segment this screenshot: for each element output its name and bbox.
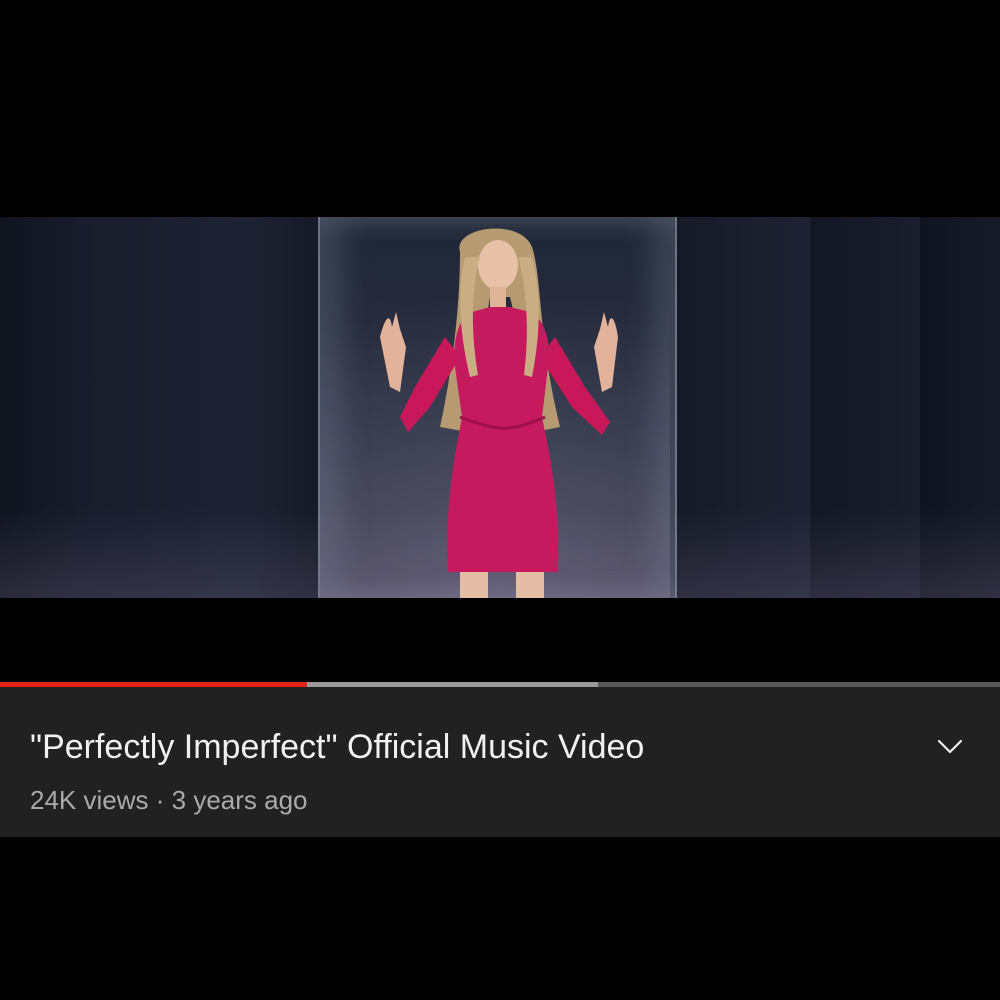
meta-separator: ·: [155, 785, 165, 815]
singer-figure: [380, 228, 618, 598]
view-count: 24K views: [30, 785, 149, 815]
upload-age: 3 years ago: [171, 785, 308, 815]
video-title[interactable]: "Perfectly Imperfect" Official Music Vid…: [30, 727, 890, 767]
expand-description-button[interactable]: [925, 727, 975, 767]
video-info-panel[interactable]: "Perfectly Imperfect" Official Music Vid…: [0, 687, 1000, 837]
chevron-down-icon: [937, 739, 963, 754]
video-player[interactable]: [0, 0, 1000, 687]
video-frame[interactable]: [0, 217, 1000, 598]
video-metadata: 24K views · 3 years ago: [30, 784, 308, 816]
blank-area: [0, 837, 1000, 1000]
